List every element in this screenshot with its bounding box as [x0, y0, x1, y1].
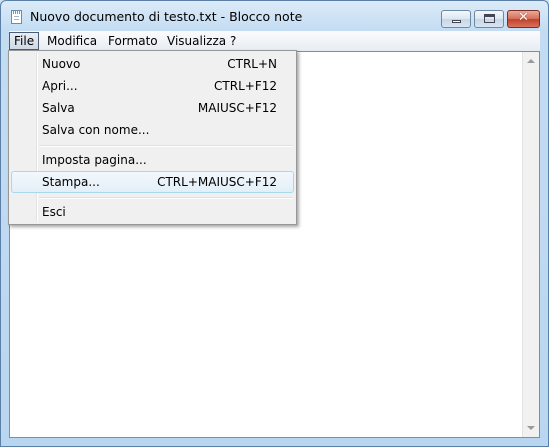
scroll-up-arrow-icon[interactable] [527, 59, 535, 63]
minimize-icon [452, 20, 461, 23]
menu-item-salva[interactable]: Salva MAIUSC+F12 [11, 97, 294, 119]
close-button[interactable]: ✕ [507, 10, 540, 28]
maximize-icon [484, 14, 495, 23]
menu-item-label: Salva [42, 101, 75, 115]
menu-item-nuovo[interactable]: Nuovo CTRL+N [11, 53, 294, 75]
menu-separator [39, 145, 293, 147]
close-icon: ✕ [518, 10, 529, 25]
menu-file[interactable]: File [9, 32, 39, 50]
menu-item-label: Apri... [42, 79, 78, 93]
menu-separator [39, 197, 293, 199]
menu-item-imposta-pagina[interactable]: Imposta pagina... [11, 149, 294, 171]
vertical-scrollbar[interactable] [522, 52, 539, 437]
menu-item-label: Stampa... [42, 175, 100, 189]
menu-formato[interactable]: Formato [103, 32, 163, 50]
scroll-down-arrow-icon[interactable] [527, 426, 535, 430]
menu-item-label: Nuovo [42, 57, 81, 71]
menu-item-label: Imposta pagina... [42, 153, 147, 167]
menu-item-shortcut: MAIUSC+F12 [197, 101, 277, 115]
menu-item-label: Salva con nome... [42, 123, 150, 137]
window-title: Nuovo documento di testo.txt - Blocco no… [30, 9, 303, 24]
minimize-button[interactable] [441, 10, 471, 28]
maximize-button[interactable] [474, 10, 504, 28]
menu-help[interactable]: ? [225, 32, 241, 50]
menu-item-label: Esci [42, 205, 66, 219]
menu-visualizza[interactable]: Visualizza [162, 32, 231, 50]
menu-item-shortcut: CTRL+F12 [214, 79, 277, 93]
menu-item-shortcut: CTRL+MAIUSC+F12 [157, 175, 277, 189]
menu-item-esci[interactable]: Esci [11, 201, 294, 223]
menu-bar: File Modifica Formato Visualizza ? [9, 31, 540, 51]
notepad-app-icon[interactable] [11, 10, 22, 24]
menu-item-salva-con-nome[interactable]: Salva con nome... [11, 119, 294, 141]
menu-modifica[interactable]: Modifica [42, 32, 102, 50]
menu-item-shortcut: CTRL+N [227, 57, 277, 71]
menu-item-apri[interactable]: Apri... CTRL+F12 [11, 75, 294, 97]
title-bar[interactable]: Nuovo documento di testo.txt - Blocco no… [1, 1, 548, 31]
menu-item-stampa[interactable]: Stampa... CTRL+MAIUSC+F12 [11, 171, 294, 193]
file-menu-dropdown: Nuovo CTRL+N Apri... CTRL+F12 Salva MAIU… [8, 50, 297, 225]
